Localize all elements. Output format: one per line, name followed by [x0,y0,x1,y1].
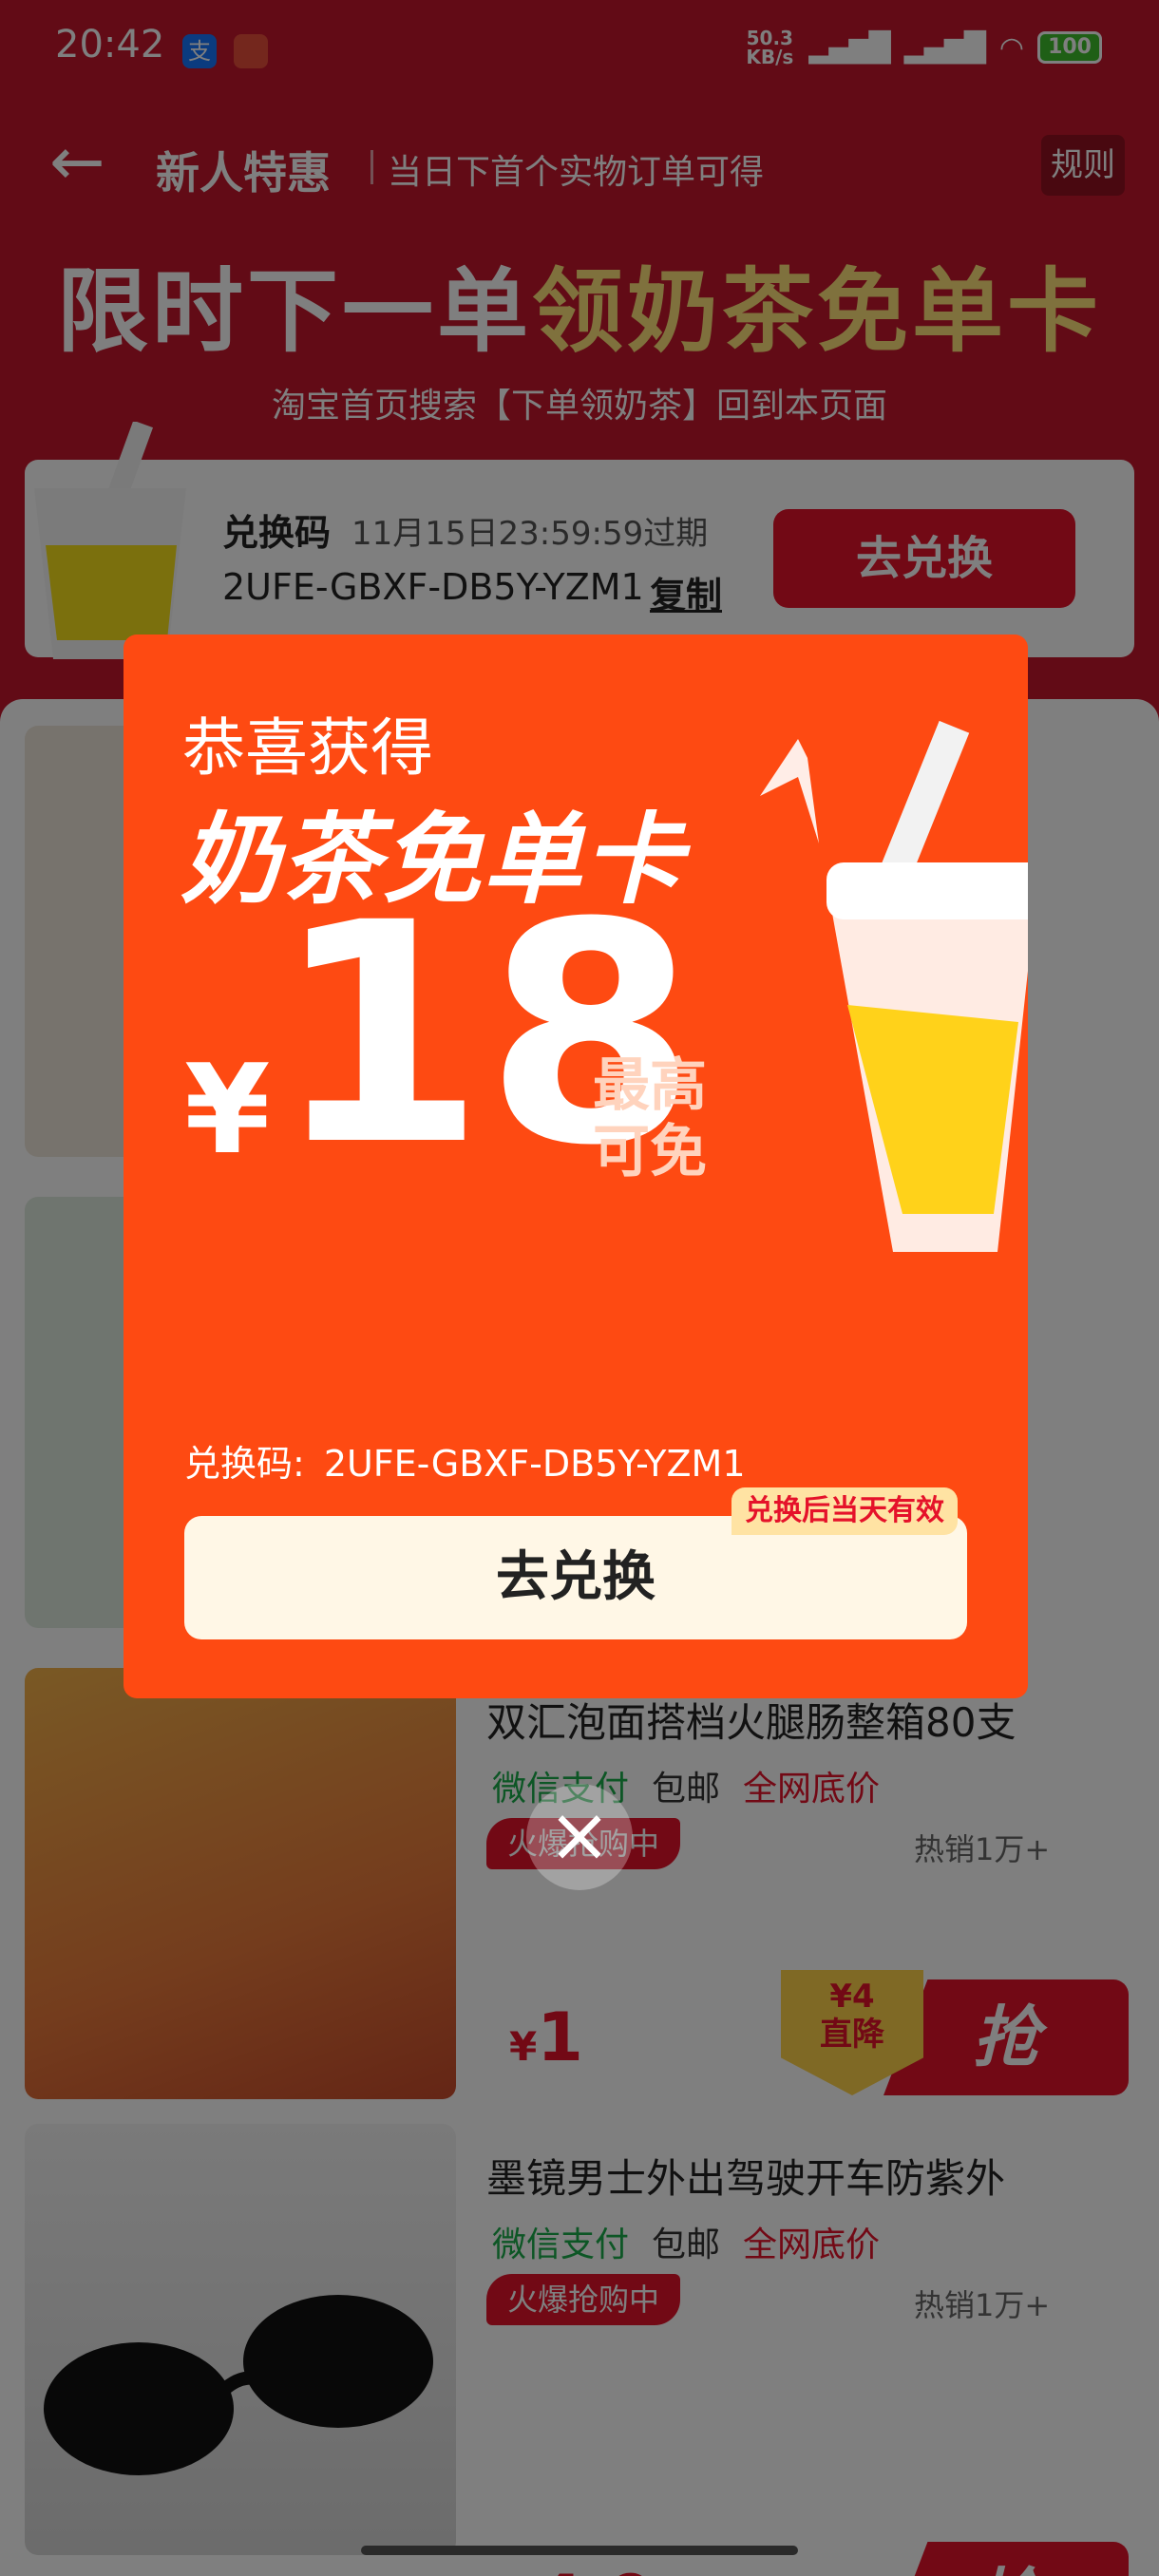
modal-code-row: 兑换码: 2UFE-GBXF-DB5Y-YZM1 [184,1443,746,1485]
reward-modal: 恭喜获得 奶茶免单卡 ¥ 18 最高 可免 兑换码: 2UFE-GBXF-DB5Y… [124,635,1028,1698]
max-free-label: 最高 可免 [593,1052,707,1185]
currency-symbol: ¥ [184,1037,271,1182]
milk-tea-cup-icon [760,720,1028,1252]
close-icon[interactable]: × [526,1784,633,1890]
modal-redeem-code: 2UFE-GBXF-DB5Y-YZM1 [323,1443,746,1485]
valid-today-badge: 兑换后当天有效 [732,1487,958,1535]
congrats-text: 恭喜获得 [182,711,433,785]
